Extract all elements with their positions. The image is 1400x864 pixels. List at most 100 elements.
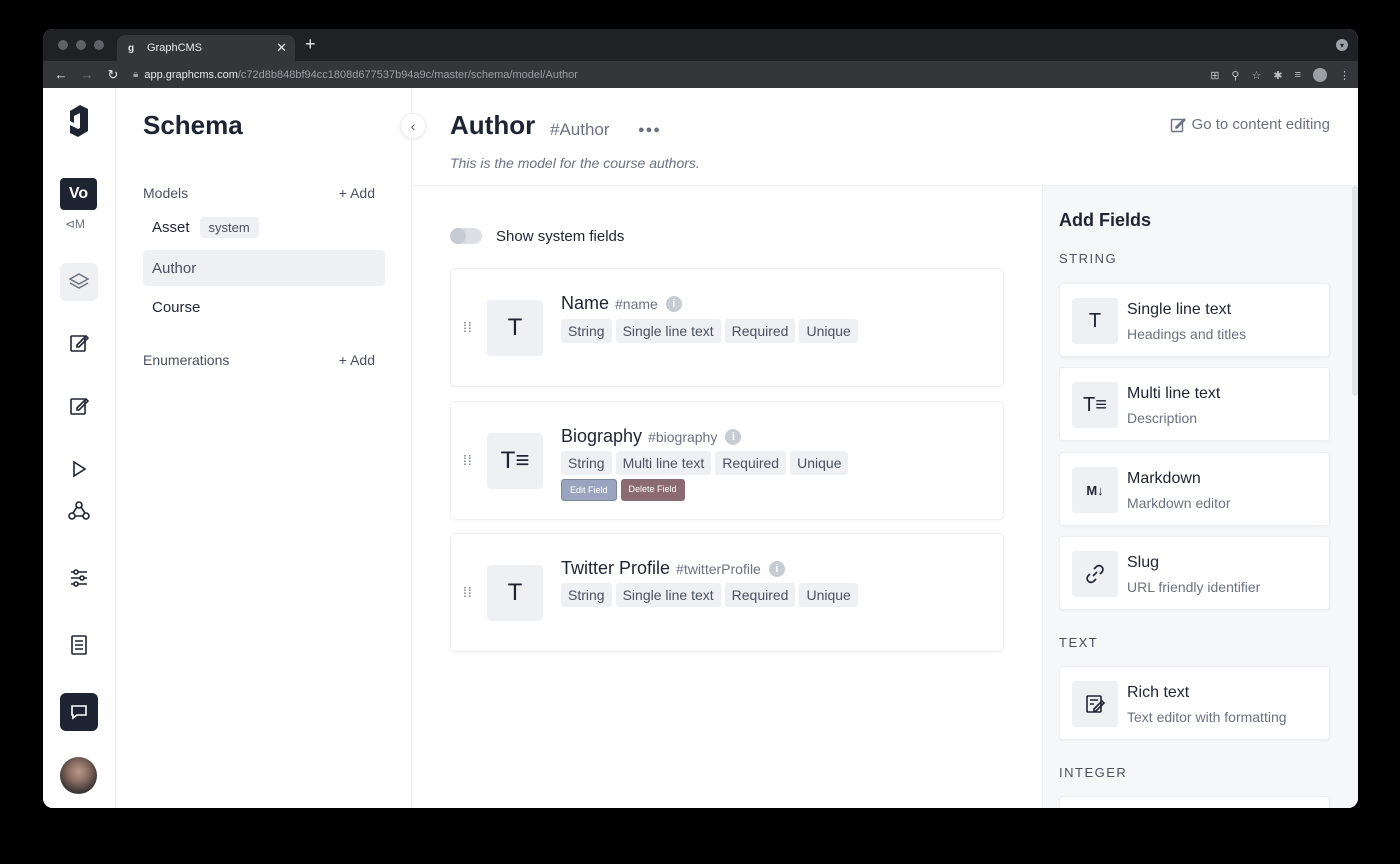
field-name: Name — [561, 293, 610, 313]
add-enumeration-button[interactable]: + Add — [339, 352, 375, 368]
content-nav-icon[interactable] — [60, 387, 98, 425]
webhooks-icon[interactable] — [60, 492, 98, 530]
extensions-icon[interactable]: ✱ — [1273, 69, 1282, 82]
tab-search-icon[interactable]: ▾ — [1336, 39, 1348, 51]
drag-handle-icon[interactable]: ⁞⁞ — [463, 585, 473, 599]
info-icon[interactable]: i — [725, 428, 742, 445]
add-model-button[interactable]: + Add — [339, 185, 375, 201]
graphcms-logo-icon[interactable] — [66, 101, 92, 145]
field-type-title: Multi line text — [1127, 385, 1221, 402]
docs-book-icon[interactable] — [60, 626, 98, 664]
models-section-header: Models + Add — [143, 185, 375, 201]
field-api-id: #name — [615, 295, 658, 312]
forward-icon[interactable]: → — [79, 67, 95, 82]
add-model-label: Add — [350, 185, 375, 201]
back-icon[interactable]: ← — [53, 67, 69, 82]
icon-rail: Vo ⊲M — [43, 88, 116, 808]
sidebar-title: Schema — [143, 110, 243, 140]
field-api-id: #biography — [648, 428, 718, 445]
content-edit-nav-icon[interactable] — [60, 324, 98, 362]
api-playground-play-icon[interactable] — [60, 450, 98, 488]
browser-menu-icon[interactable]: ⋮ — [1339, 69, 1350, 82]
model-name: Course — [152, 298, 201, 316]
field-tag: Required — [724, 319, 796, 343]
panel-scrollbar[interactable] — [1352, 186, 1358, 396]
graphcms-app: Vo ⊲M Schema ‹ Models + Add Asset system… — [43, 88, 1358, 808]
model-more-options-icon[interactable]: ●●● — [638, 124, 661, 136]
field-card-twitter-profile[interactable]: ⁞⁞ T Twitter Profile #twitterProfile i S… — [450, 533, 1004, 652]
settings-sliders-icon[interactable] — [60, 559, 98, 597]
sidebar-item-author[interactable]: Author — [143, 250, 385, 286]
bookmark-star-icon[interactable]: ☆ — [1251, 69, 1261, 82]
field-type-desc: Markdown editor — [1127, 495, 1231, 511]
delete-field-button[interactable]: Delete Field — [620, 479, 685, 501]
add-markdown-card[interactable]: M↓ Markdown Markdown editor — [1059, 452, 1330, 526]
model-api-id: #Author — [550, 120, 610, 139]
minimize-window-dot[interactable] — [76, 40, 86, 50]
model-name: Author — [152, 259, 197, 277]
project-avatar[interactable]: Vo — [60, 178, 97, 210]
single-line-text-icon: T — [487, 565, 543, 621]
show-system-fields-toggle[interactable] — [450, 228, 482, 244]
field-title: Name #name i — [561, 293, 682, 314]
reading-list-icon[interactable]: ≡ — [1295, 69, 1301, 81]
project-subtitle: ⊲M — [65, 217, 86, 231]
maximize-window-dot[interactable] — [94, 40, 104, 50]
schema-nav-icon[interactable] — [60, 263, 98, 301]
group-label-integer: INTEGER — [1059, 765, 1128, 780]
field-tag: String — [561, 451, 612, 475]
install-icon[interactable]: ⊞ — [1210, 69, 1219, 82]
link-icon — [1072, 551, 1118, 597]
group-label-string: STRING — [1059, 251, 1118, 266]
add-slug-card[interactable]: Slug URL friendly identifier — [1059, 536, 1330, 610]
address-bar: ← → ↻ 🔒︎ app.graphcms.com/c72d8b848bf94c… — [43, 61, 1358, 88]
reload-icon[interactable]: ↻ — [105, 67, 121, 83]
add-fields-title: Add Fields — [1059, 210, 1152, 230]
url-host: app.graphcms.com — [144, 68, 238, 81]
goto-label: Go to content editing — [1191, 116, 1330, 133]
model-title: Author — [450, 110, 536, 140]
tab-bar: g GraphCMS ✕ + ▾ — [43, 29, 1358, 61]
field-tag: Unique — [799, 319, 858, 343]
enumerations-section-header: Enumerations + Add — [143, 352, 375, 368]
edit-field-button[interactable]: Edit Field — [561, 479, 617, 501]
chat-icon[interactable] — [60, 693, 98, 731]
drag-handle-icon[interactable]: ⁞⁞ — [463, 453, 473, 467]
lock-icon[interactable]: 🔒︎ — [133, 69, 138, 80]
add-rich-text-card[interactable]: Rich text Text editor with formatting — [1059, 666, 1330, 740]
field-card-biography[interactable]: ⁞⁞ T≡ Biography #biography i String Mult… — [450, 401, 1004, 520]
multi-line-text-icon: T≡ — [1072, 382, 1118, 428]
model-name: Asset — [152, 218, 190, 236]
zoom-icon[interactable]: ⚲ — [1231, 69, 1239, 82]
add-fields-panel: Add Fields STRING T Single line text Hea… — [1042, 186, 1358, 808]
sidebar-item-asset[interactable]: Asset system — [143, 209, 385, 245]
rich-text-icon — [1072, 681, 1118, 727]
field-card-name[interactable]: ⁞⁞ T Name #name i String Single line tex… — [450, 268, 1004, 387]
url-field[interactable]: app.graphcms.com/c72d8b848bf94cc1808d677… — [144, 69, 578, 81]
drag-handle-icon[interactable]: ⁞⁞ — [463, 320, 473, 334]
close-tab-icon[interactable]: ✕ — [276, 40, 287, 56]
field-actions: Edit Field Delete Field — [561, 479, 685, 501]
field-type-title: Markdown — [1127, 470, 1201, 487]
add-multi-line-text-card[interactable]: T≡ Multi line text Description — [1059, 367, 1330, 441]
go-to-content-editing-link[interactable]: Go to content editing — [1170, 116, 1330, 133]
multi-line-text-icon: T≡ — [487, 433, 543, 489]
schema-sidebar: Schema ‹ Models + Add Asset system Autho… — [116, 88, 426, 808]
browser-tab[interactable]: g GraphCMS ✕ — [117, 35, 295, 61]
add-single-line-text-card[interactable]: T Single line text Headings and titles — [1059, 283, 1330, 357]
info-icon[interactable]: i — [665, 295, 682, 312]
user-avatar[interactable] — [60, 757, 97, 794]
close-window-dot[interactable] — [58, 40, 68, 50]
profile-icon[interactable] — [1313, 68, 1327, 82]
info-icon[interactable]: i — [768, 560, 785, 577]
url-path: /c72d8b848bf94cc1808d677537b94a9c/master… — [237, 68, 578, 81]
browser-toolbar-right: ⊞ ⚲ ☆ ✱ ≡ ⋮ — [1210, 68, 1350, 82]
show-system-fields-label: Show system fields — [496, 228, 625, 245]
field-type-desc: URL friendly identifier — [1127, 579, 1261, 595]
add-integer-card-partial[interactable] — [1059, 796, 1330, 808]
group-label-text: TEXT — [1059, 635, 1099, 650]
new-tab-icon[interactable]: + — [305, 34, 316, 55]
models-label: Models — [143, 185, 189, 201]
field-name: Twitter Profile — [561, 558, 671, 578]
sidebar-item-course[interactable]: Course — [143, 289, 385, 325]
